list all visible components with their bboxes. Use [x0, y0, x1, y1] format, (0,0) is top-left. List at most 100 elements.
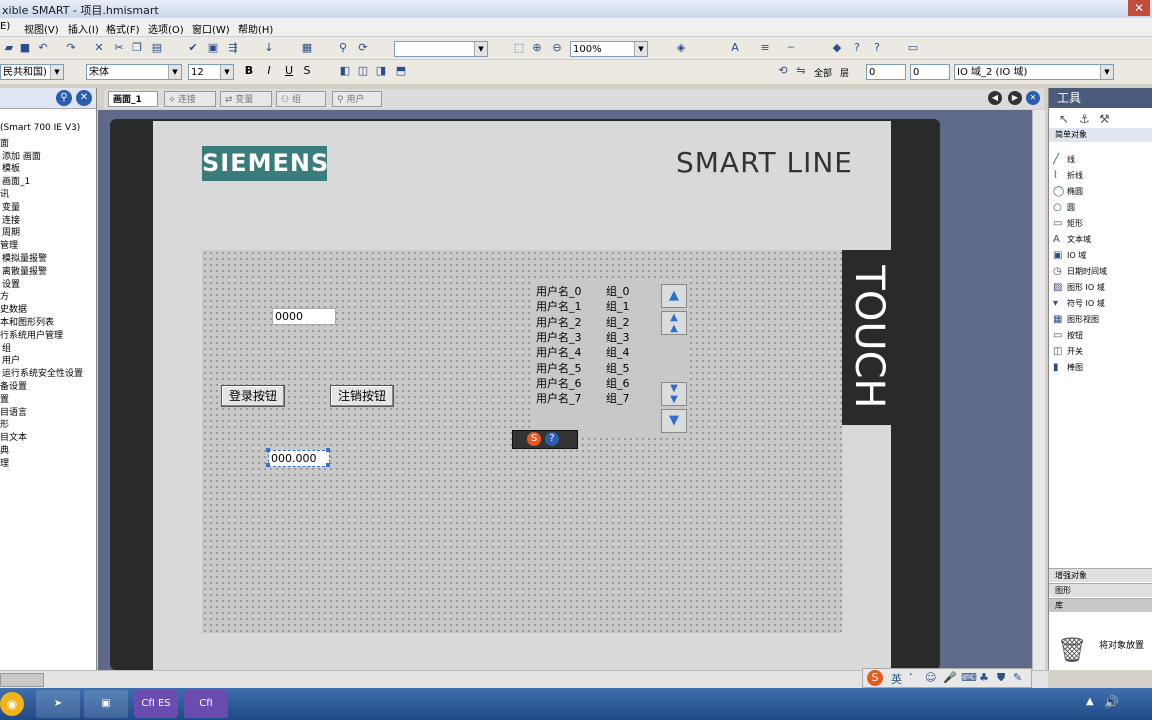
flip-icon[interactable]: ⇋	[794, 64, 808, 78]
selection-handle[interactable]	[326, 463, 330, 467]
tree-item[interactable]: 备设置	[0, 379, 27, 392]
cut-icon[interactable]: ✂	[112, 41, 126, 55]
layout-icon[interactable]: ▭	[906, 41, 920, 55]
toolbox-item[interactable]: ▮ 棒图	[1053, 362, 1083, 373]
compile-icon[interactable]: ▣	[206, 41, 220, 55]
tree-item[interactable]: 模拟量报警	[2, 251, 47, 264]
selection-handle[interactable]	[266, 463, 270, 467]
ime-float-toolbar[interactable]: S ?	[512, 430, 578, 449]
zoom-in-icon[interactable]: ⊕	[530, 41, 544, 55]
fill-color-icon[interactable]: ◈	[674, 41, 688, 55]
language-select[interactable]: 民共和国) ▼	[0, 64, 64, 80]
tab-close-icon[interactable]: ✕	[1026, 91, 1040, 105]
menu-insert[interactable]: 插入(I)	[68, 21, 99, 36]
tree-item[interactable]: 变量	[2, 200, 20, 213]
line-width-icon[interactable]: ┄	[784, 41, 798, 55]
underline-icon[interactable]: U	[282, 64, 296, 78]
object-select[interactable]: IO 域_2 (IO 域) ▼	[954, 64, 1114, 80]
library-icon[interactable]: ◆	[830, 41, 844, 55]
taskbar-app-flexible-es[interactable]: CfI ES	[134, 690, 178, 718]
toolbox-item[interactable]: ▭ 矩形	[1053, 218, 1083, 229]
chrome-icon[interactable]: ◉	[0, 692, 24, 716]
tree-item[interactable]: 理	[0, 456, 9, 469]
voice-icon[interactable]: 🎤	[943, 671, 957, 684]
enhanced-objects-section[interactable]: 增强对象	[1049, 568, 1152, 582]
replace-icon[interactable]: ⟳	[356, 41, 370, 55]
menu-window[interactable]: 窗口(W)	[192, 21, 230, 36]
font-size-select[interactable]: 12 ▼	[188, 64, 234, 80]
tab-tags[interactable]: ⇄ 变量	[220, 91, 272, 107]
tree-item[interactable]: 离散量报警	[2, 264, 47, 277]
emoji-icon[interactable]: ☺	[925, 671, 936, 684]
toolbox-item[interactable]: ▭ 按钮	[1053, 330, 1083, 341]
align-top-icon[interactable]: ⬒	[394, 64, 408, 78]
toolbox-item[interactable]: ○ 圆	[1053, 202, 1075, 213]
page-down-button[interactable]: ▼ ▼	[661, 382, 687, 406]
page-up-button[interactable]: ▲ ▲	[661, 311, 687, 335]
tray-arrow-icon[interactable]: ▲	[1086, 696, 1094, 707]
italic-icon[interactable]: I	[262, 64, 276, 78]
toolbox-item[interactable]: ╱ 线	[1053, 154, 1075, 165]
toolbox-item[interactable]: ⌇ 折线	[1053, 170, 1083, 181]
tree-item[interactable]: 置	[0, 392, 9, 405]
user-row[interactable]: 用户名_5 组_5	[536, 360, 630, 376]
scroll-down-button[interactable]: ▼	[661, 409, 687, 433]
simple-objects-header[interactable]: 简单对象	[1049, 128, 1152, 142]
tab-groups[interactable]: ⚇ 组	[276, 91, 326, 107]
user-row[interactable]: 用户名_7 组_7	[536, 390, 630, 406]
font-color-icon[interactable]: A	[728, 41, 742, 55]
toolbox-item[interactable]: ▦ 图形视图	[1053, 314, 1099, 325]
undo-icon[interactable]: ↶	[36, 41, 50, 55]
align-right-icon[interactable]: ◨	[374, 64, 388, 78]
menu-edit[interactable]: E)	[0, 21, 10, 32]
scroll-up-button[interactable]: ▲	[661, 284, 687, 308]
toolbox-item[interactable]: ◷ 日期时间域	[1053, 266, 1107, 277]
strike-icon[interactable]: S	[300, 64, 314, 78]
io-field-bottom[interactable]: 000.000	[268, 450, 330, 467]
user-row[interactable]: 用户名_1 组_1	[536, 298, 630, 314]
tab-next-icon[interactable]: ▶	[1008, 91, 1022, 105]
help-icon[interactable]: ?	[545, 432, 559, 446]
punctuation-icon[interactable]: ʼ	[909, 671, 913, 684]
font-select[interactable]: 宋体 ▼	[86, 64, 182, 80]
graphics-section[interactable]: 图形	[1049, 583, 1152, 597]
copy-icon[interactable]: ❐	[130, 41, 144, 55]
tree-item[interactable]: 本和图形列表	[0, 315, 54, 328]
zoom-out-icon[interactable]: ⊖	[550, 41, 564, 55]
anchor-icon[interactable]: ⚓	[1079, 112, 1090, 126]
tab-prev-icon[interactable]: ◀	[988, 91, 1002, 105]
tree-item[interactable]: 用户	[2, 353, 20, 366]
tree-item[interactable]: 运行系统安全性设置	[2, 366, 83, 379]
zoom-select[interactable]: 100% ▼	[570, 41, 648, 57]
volume-icon[interactable]: 🔊	[1104, 695, 1119, 709]
user-row[interactable]: 用户名_3 组_3	[536, 329, 630, 345]
toolbox-item[interactable]: ▾ 符号 IO 域	[1053, 298, 1105, 309]
selection-handle[interactable]	[266, 448, 270, 452]
tree-item[interactable]: 形	[0, 417, 9, 430]
tab-users[interactable]: ⚲ 用户	[332, 91, 382, 107]
screen-select[interactable]: ▼	[394, 41, 488, 57]
menu-view[interactable]: 视图(V)	[24, 21, 59, 36]
pointer-icon[interactable]: ↖	[1059, 112, 1069, 126]
delete-icon[interactable]: ✕	[92, 41, 106, 55]
user-row[interactable]: 用户名_4 组_4	[536, 344, 630, 360]
tab-screen-1[interactable]: 画面_1	[108, 91, 158, 107]
tree-item[interactable]: 模板	[2, 161, 20, 174]
find-icon[interactable]: ⚲	[336, 41, 350, 55]
redo-icon[interactable]: ↷	[64, 41, 78, 55]
tree-item[interactable]: 目文本	[0, 430, 27, 443]
keyboard-icon[interactable]: ⌨	[961, 671, 977, 684]
transfer-icon[interactable]: ⇶	[226, 41, 240, 55]
selection-handle[interactable]	[326, 448, 330, 452]
toolbox-item[interactable]: A 文本域	[1053, 234, 1091, 245]
tree-item[interactable]: 周期	[2, 225, 20, 238]
settings-icon[interactable]: ✎	[1013, 671, 1022, 684]
zoom-area-icon[interactable]: ⬚	[512, 41, 526, 55]
ime-toolbar[interactable]: S 英 ʼ ☺ 🎤 ⌨ ♣ ⛊ ✎	[862, 668, 1032, 688]
tree-item[interactable]: 画面_1	[2, 174, 30, 187]
tree-item[interactable]: 面	[0, 136, 9, 149]
sogou-icon[interactable]: S	[527, 432, 541, 446]
tree-item[interactable]: 行系统用户管理	[0, 328, 63, 341]
check-icon[interactable]: ✔	[186, 41, 200, 55]
align-left-icon[interactable]: ◧	[338, 64, 352, 78]
